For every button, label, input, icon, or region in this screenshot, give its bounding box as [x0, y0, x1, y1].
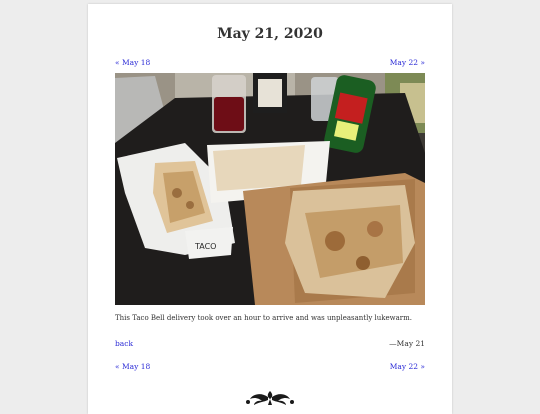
- back-link[interactable]: back: [115, 339, 133, 348]
- post-photo: TACO: [115, 73, 425, 305]
- post-card: May 21, 2020 « May 18 May 22 » TACO This…: [88, 4, 452, 414]
- post-date-stamp: —May 21: [389, 339, 425, 348]
- post-title: May 21, 2020: [217, 26, 323, 42]
- prev-post-link[interactable]: « May 18: [115, 58, 150, 67]
- prev-post-link-bottom[interactable]: « May 18: [115, 362, 150, 371]
- post-meta: back —May 21: [115, 339, 425, 351]
- svg-text:TACO: TACO: [194, 242, 216, 251]
- fleuron-ornament-icon: [246, 391, 294, 405]
- post-caption: This Taco Bell delivery took over an hou…: [115, 314, 413, 322]
- next-post-link-bottom[interactable]: May 22 »: [390, 362, 425, 371]
- taco-bell-meal-photo: TACO: [115, 73, 425, 305]
- post-nav-top: « May 18 May 22 »: [115, 58, 425, 70]
- next-post-link[interactable]: May 22 »: [390, 58, 425, 67]
- post-nav-bottom: « May 18 May 22 »: [115, 362, 425, 374]
